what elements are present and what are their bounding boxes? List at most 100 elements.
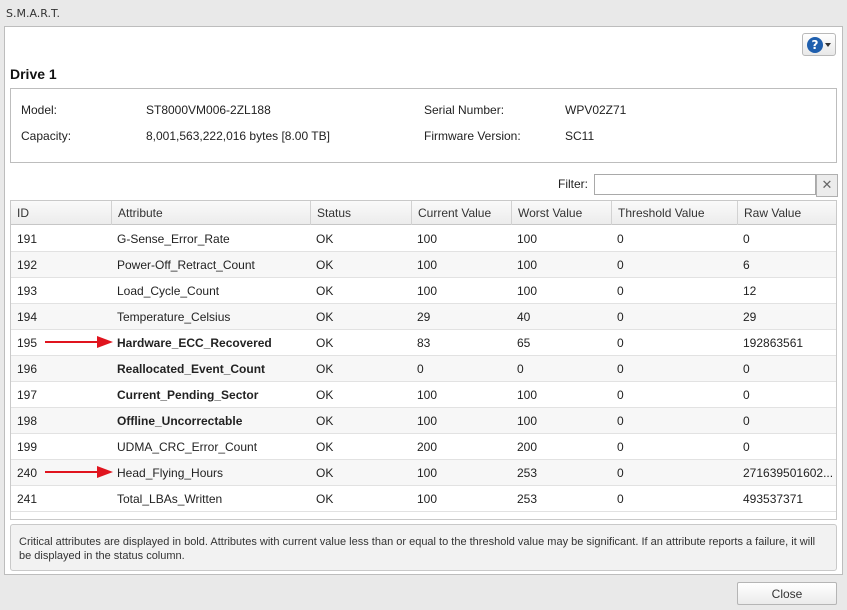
cell-worst-value: 100 — [517, 284, 538, 298]
capacity-value: 8,001,563,222,016 bytes [8.00 TB] — [146, 129, 330, 143]
cell-id: 192 — [17, 258, 38, 272]
cell-attribute: Head_Flying_Hours — [117, 466, 224, 480]
table-row[interactable]: 193 Load_Cycle_Count OK 100 100 0 12 — [11, 278, 836, 304]
firmware-label: Firmware Version: — [424, 129, 521, 143]
cell-attribute: UDMA_CRC_Error_Count — [117, 440, 258, 454]
smart-attributes-table: ID Attribute Status Current Value Worst Valu… — [10, 200, 837, 520]
cell-threshold-value: 0 — [617, 258, 624, 272]
cell-raw-value: 0 — [743, 362, 750, 376]
cell-raw-value: 192863561 — [743, 336, 804, 350]
cell-attribute: Power-Off_Retract_Count — [117, 258, 255, 272]
cell-current-value: 100 — [417, 284, 438, 298]
table-row[interactable]: 192 Power-Off_Retract_Count OK 100 100 0 6 — [11, 252, 836, 278]
cell-raw-value: 0 — [743, 232, 750, 246]
table-row[interactable]: 195 Hardware_ECC_Recovered OK 83 65 0 19286356… — [11, 330, 836, 356]
cell-raw-value: 271639501602... — [743, 466, 834, 480]
cell-current-value: 100 — [417, 414, 438, 428]
cell-raw-value: 0 — [743, 388, 750, 402]
cell-status: OK — [316, 440, 334, 454]
firmware-value: SC11 — [565, 129, 595, 143]
cell-raw-value: 12 — [743, 284, 757, 298]
cell-threshold-value: 0 — [617, 310, 624, 324]
table-row[interactable]: 199 UDMA_CRC_Error_Count OK 200 200 0 0 — [11, 434, 836, 460]
cell-raw-value: 493537371 — [743, 492, 804, 506]
cell-worst-value: 100 — [517, 258, 538, 272]
cell-worst-value: 100 — [517, 414, 538, 428]
serial-value: WPV02Z71 — [565, 103, 627, 117]
cell-status: OK — [316, 388, 334, 402]
window-title: S.M.A.R.T. — [6, 7, 60, 20]
cell-status: OK — [316, 466, 334, 480]
table-body: 191 G-Sense_Error_Rate OK 100 100 0 0 192 Power-… — [11, 226, 836, 512]
table-row[interactable]: 241 Total_LBAs_Written OK 100 253 0 493537371 — [11, 486, 836, 512]
cell-attribute: Hardware_ECC_Recovered — [117, 336, 272, 350]
cell-worst-value: 200 — [517, 440, 538, 454]
cell-status: OK — [316, 336, 334, 350]
close-button[interactable]: Close — [737, 582, 837, 605]
model-label: Model: — [21, 103, 58, 117]
cell-raw-value: 6 — [743, 258, 750, 272]
column-header-threshold-value[interactable]: Threshold Value — [611, 201, 737, 225]
cell-id: 199 — [17, 440, 38, 454]
cell-id: 197 — [17, 388, 38, 402]
filter-label: Filter: — [558, 177, 588, 191]
cell-id: 193 — [17, 284, 38, 298]
capacity-label: Capacity: — [21, 129, 72, 143]
column-header-worst-value[interactable]: Worst Value — [511, 201, 611, 225]
cell-attribute: Offline_Uncorrectable — [117, 414, 243, 428]
cell-threshold-value: 0 — [617, 466, 624, 480]
cell-status: OK — [316, 362, 334, 376]
table-row[interactable]: 198 Offline_Uncorrectable OK 100 100 0 0 — [11, 408, 836, 434]
table-row[interactable]: 194 Temperature_Celsius OK 29 40 0 29 — [11, 304, 836, 330]
cell-worst-value: 100 — [517, 232, 538, 246]
cell-id: 196 — [17, 362, 38, 376]
column-header-id[interactable]: ID — [11, 201, 111, 225]
filter-input[interactable] — [594, 174, 816, 195]
cell-threshold-value: 0 — [617, 388, 624, 402]
cell-attribute: G-Sense_Error_Rate — [117, 232, 230, 246]
filter-clear-button[interactable]: ✕ — [816, 174, 838, 197]
drive-info-box: Model: ST8000VM006-2ZL188 Serial Number:… — [10, 88, 837, 163]
cell-current-value: 100 — [417, 258, 438, 272]
help-button[interactable]: ? — [802, 33, 836, 56]
cell-threshold-value: 0 — [617, 232, 624, 246]
column-header-raw-value[interactable]: Raw Value — [737, 201, 836, 225]
cell-current-value: 29 — [417, 310, 431, 324]
cell-id: 198 — [17, 414, 38, 428]
cell-current-value: 83 — [417, 336, 431, 350]
cell-raw-value: 0 — [743, 414, 750, 428]
table-row[interactable]: 240 Head_Flying_Hours OK 100 253 0 27163950160… — [11, 460, 836, 486]
cell-current-value: 200 — [417, 440, 438, 454]
cell-raw-value: 29 — [743, 310, 757, 324]
cell-current-value: 100 — [417, 492, 438, 506]
cell-worst-value: 100 — [517, 388, 538, 402]
cell-status: OK — [316, 414, 334, 428]
cell-threshold-value: 0 — [617, 492, 624, 506]
table-row[interactable]: 191 G-Sense_Error_Rate OK 100 100 0 0 — [11, 226, 836, 252]
cell-threshold-value: 0 — [617, 362, 624, 376]
cell-status: OK — [316, 232, 334, 246]
cell-status: OK — [316, 492, 334, 506]
cell-attribute: Reallocated_Event_Count — [117, 362, 266, 376]
cell-current-value: 0 — [417, 362, 424, 376]
critical-attributes-note: Critical attributes are displayed in bol… — [10, 524, 837, 571]
cell-id: 195 — [17, 336, 38, 350]
cell-threshold-value: 0 — [617, 414, 624, 428]
model-value: ST8000VM006-2ZL188 — [146, 103, 271, 117]
cell-current-value: 100 — [417, 466, 438, 480]
cell-threshold-value: 0 — [617, 336, 624, 350]
cell-attribute: Total_LBAs_Written — [117, 492, 223, 506]
column-header-attribute[interactable]: Attribute — [111, 201, 310, 225]
column-header-current-value[interactable]: Current Value — [411, 201, 511, 225]
clear-x-icon: ✕ — [821, 178, 833, 193]
cell-attribute: Load_Cycle_Count — [117, 284, 220, 298]
cell-status: OK — [316, 310, 334, 324]
column-header-status[interactable]: Status — [310, 201, 411, 225]
cell-status: OK — [316, 258, 334, 272]
cell-attribute: Temperature_Celsius — [117, 310, 231, 324]
table-row[interactable]: 196 Reallocated_Event_Count OK 0 0 0 0 — [11, 356, 836, 382]
table-row[interactable]: 197 Current_Pending_Sector OK 100 100 0 0 — [11, 382, 836, 408]
cell-attribute: Current_Pending_Sector — [117, 388, 259, 402]
help-icon: ? — [807, 36, 823, 53]
chevron-down-icon — [825, 42, 831, 47]
